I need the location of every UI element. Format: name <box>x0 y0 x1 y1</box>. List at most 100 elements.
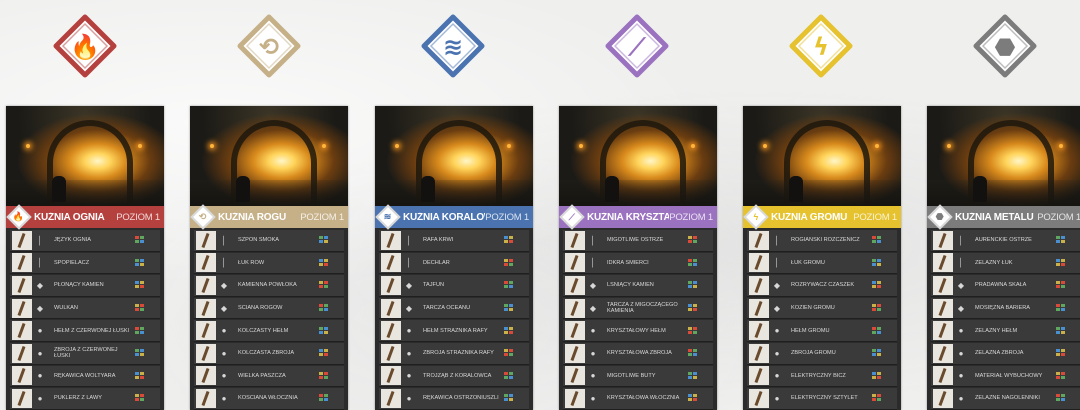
item-name: ŚCIANA ROGÓW <box>238 305 283 312</box>
item-row[interactable]: ◆ PRADAWNA SKAŁA <box>931 275 1080 297</box>
equipment-slot-icon: ● <box>958 348 964 358</box>
forge-banner: 🔥 KUŹNIA OGNIA POZIOM 1 <box>6 204 164 230</box>
item-cost-icons <box>504 236 526 244</box>
item-cost-icons <box>872 349 894 357</box>
equipment-slot-icon: ● <box>958 393 964 403</box>
item-cost-icons <box>688 326 710 335</box>
forge-level: POZIOM 1 <box>300 211 344 223</box>
item-name: TAJFUN <box>423 282 445 289</box>
item-row[interactable]: │ SZPON SMOKA <box>194 230 344 252</box>
item-row[interactable]: │ JĘZYK OGNIA <box>10 230 160 252</box>
item-cost-icons <box>504 394 526 402</box>
item-cost-icons <box>135 236 157 244</box>
forge-level: POZIOM 1 <box>485 211 529 223</box>
item-row[interactable]: ● ŻELAZNA ZBROJA <box>931 342 1080 365</box>
item-thumbnail-icon <box>933 343 953 363</box>
item-row[interactable]: ● HEŁM GROMU <box>747 320 897 342</box>
forge-artwork <box>6 106 164 206</box>
equipment-slot-icon: ● <box>958 326 964 336</box>
item-row[interactable]: │ IDKRA ŚMIERCI <box>563 252 713 275</box>
item-row[interactable]: ● PUKLERZ Z LAWY <box>10 388 160 410</box>
item-cost-icons <box>135 258 157 267</box>
item-row[interactable]: ● KOLCZASTY HEŁM <box>194 320 344 342</box>
item-row[interactable]: ◆ MOSIĘŻNA BARIERA <box>931 297 1080 320</box>
forge-level: POZIOM 1 <box>669 211 713 223</box>
item-row[interactable]: │ ŻELAZNY ŁUK <box>931 252 1080 275</box>
item-row[interactable]: ● ZBROJA Z CZERWONEJ ŁUSKI <box>10 342 160 365</box>
forge-card: ⬣ KUŹNIA METALU POZIOM 1 │ AURENCKIE OSTRZE │… <box>927 106 1080 410</box>
item-row[interactable]: ◆ TAJFUN <box>379 275 529 297</box>
item-cost-icons <box>504 349 526 357</box>
equipment-slot-icon: ◆ <box>773 303 781 313</box>
item-row[interactable]: ◆ KOZIEN GROMU <box>747 297 897 320</box>
item-row[interactable]: │ DECHLAR <box>379 252 529 275</box>
item-row[interactable]: ◆ KAMIENNA POWŁOKA <box>194 275 344 297</box>
item-row[interactable]: ● MIGOTLIWE BUTY <box>563 365 713 388</box>
item-row[interactable]: ● KOLCZASTA ZBROJA <box>194 342 344 365</box>
equipment-slot-icon: │ <box>221 235 227 245</box>
item-row[interactable]: ◆ ŚCIANA ROGÓW <box>194 297 344 320</box>
item-row[interactable]: ● ŻELAZNE NAGOLENNIKI <box>931 388 1080 410</box>
item-row[interactable]: ● KRYSZTAŁOWA WŁÓCZNIA <box>563 388 713 410</box>
item-row[interactable]: ● KRYSZTAŁOWY HEŁM <box>563 320 713 342</box>
item-name: HEŁM Z CZERWONEJ ŁUSKI <box>54 327 130 334</box>
equipment-slot-icon: ● <box>590 326 596 336</box>
forge-level: POZIOM 1 <box>1037 211 1080 223</box>
item-row[interactable]: │ ROGIANSKI ROZCZENICZ <box>747 230 897 252</box>
item-name: TARCZA Z MIGOCZĄCEGO KAMIENIA <box>607 302 678 315</box>
item-row[interactable]: ● KOŚCIANA WŁÓCZNIA <box>194 388 344 410</box>
item-row[interactable]: │ MIGOTLIWE OSTRZE <box>563 230 713 252</box>
item-row[interactable]: ● ZBROJA GROMU <box>747 342 897 365</box>
metal-emblem-icon: ⬣ <box>973 14 1037 78</box>
item-cost-icons <box>1056 281 1078 289</box>
item-cost-icons <box>1056 326 1078 335</box>
equipment-slot-icon: ● <box>221 348 227 358</box>
item-row[interactable]: ◆ LŚNIĄCY KAMIEŃ <box>563 275 713 297</box>
item-row[interactable]: │ ŁUK GROMU <box>747 252 897 275</box>
item-row[interactable]: │ SPOPIELACZ <box>10 252 160 275</box>
item-thumbnail-icon <box>749 253 769 273</box>
equipment-slot-icon: │ <box>590 258 596 268</box>
item-thumbnail-icon <box>12 275 32 295</box>
item-row[interactable]: ◆ WULKAN <box>10 297 160 320</box>
item-row[interactable]: ● HEŁM Z CZERWONEJ ŁUSKI <box>10 320 160 342</box>
item-name: ZBROJA STRAŻNIKA RAFY <box>423 350 494 357</box>
item-row[interactable]: ● RĘKAWICA WOLTYARA <box>10 365 160 388</box>
forge-card: ≋KUŹNIA KORALOWCAPOZIOM 1 │ RAFA KRWI │ DECH… <box>375 106 533 410</box>
item-row[interactable]: ● ŻELAZNY HEŁM <box>931 320 1080 342</box>
svg-text:⟲: ⟲ <box>259 33 279 61</box>
horn-emblem-icon: ⟲ <box>237 14 301 78</box>
item-row[interactable]: ● ELEKTRYCZNY SZTYLET <box>747 388 897 410</box>
equipment-slot-icon: ● <box>774 371 780 381</box>
item-row[interactable]: ● KRYSZTAŁOWA ZBROJA <box>563 342 713 365</box>
item-thumbnail-icon <box>565 388 585 408</box>
item-thumbnail-icon <box>565 343 585 363</box>
item-cost-icons <box>319 371 341 380</box>
item-row[interactable]: ◆ TARCZA Z MIGOCZĄCEGO KAMIENIA <box>563 297 713 320</box>
item-cost-icons <box>688 371 710 380</box>
item-thumbnail-icon <box>749 230 769 250</box>
item-name: ŻELAZNY HEŁM <box>975 327 1018 334</box>
item-row[interactable]: ● ZBROJA STRAŻNIKA RAFY <box>379 342 529 365</box>
equipment-slot-icon: │ <box>406 235 412 245</box>
item-row[interactable]: ◆ ROZRYWACZ CZASZEK <box>747 275 897 297</box>
item-row[interactable]: │ ŁUK RÓW <box>194 252 344 275</box>
item-row[interactable]: ● WIELKA PASZCZA <box>194 365 344 388</box>
item-name: PUKLERZ Z LAWY <box>54 395 102 402</box>
forge-card: ϟ KUŹNIA GROMU POZIOM 1 │ ROGIANSKI ROZCZENI… <box>743 106 901 410</box>
forge-card: 🔥 KUŹNIA OGNIA POZIOM 1 │ JĘZYK OGNIA │ SPOPIE… <box>6 106 164 410</box>
item-row[interactable]: ● ELEKTRYCZNY BICZ <box>747 365 897 388</box>
item-thumbnail-icon <box>933 321 953 341</box>
item-row[interactable]: ● MATERIAŁ WYBUCHOWY <box>931 365 1080 388</box>
item-row[interactable]: ● TRÓJZĄB Z KORALOWCA <box>379 365 529 388</box>
item-row[interactable]: │ AURENCKIE OSTRZE <box>931 230 1080 252</box>
item-name: ŻELAZNE NAGOLENNIKI <box>975 395 1040 402</box>
equipment-slot-icon: ◆ <box>36 303 44 313</box>
item-row[interactable]: ● HEŁM STRAŻNIKA RAFY <box>379 320 529 342</box>
item-row[interactable]: │ RAFA KRWI <box>379 230 529 252</box>
item-name: ZBROJA Z CZERWONEJ ŁUSKI <box>54 347 118 360</box>
item-row[interactable]: ◆ PŁONĄCY KAMIEŃ <box>10 275 160 297</box>
item-row[interactable]: ◆ TARCZA OCEANU <box>379 297 529 320</box>
thunder-emblem-icon: ϟ <box>789 14 853 78</box>
item-row[interactable]: ● RĘKAWICA OSTRZONIUSZLI <box>379 388 529 410</box>
